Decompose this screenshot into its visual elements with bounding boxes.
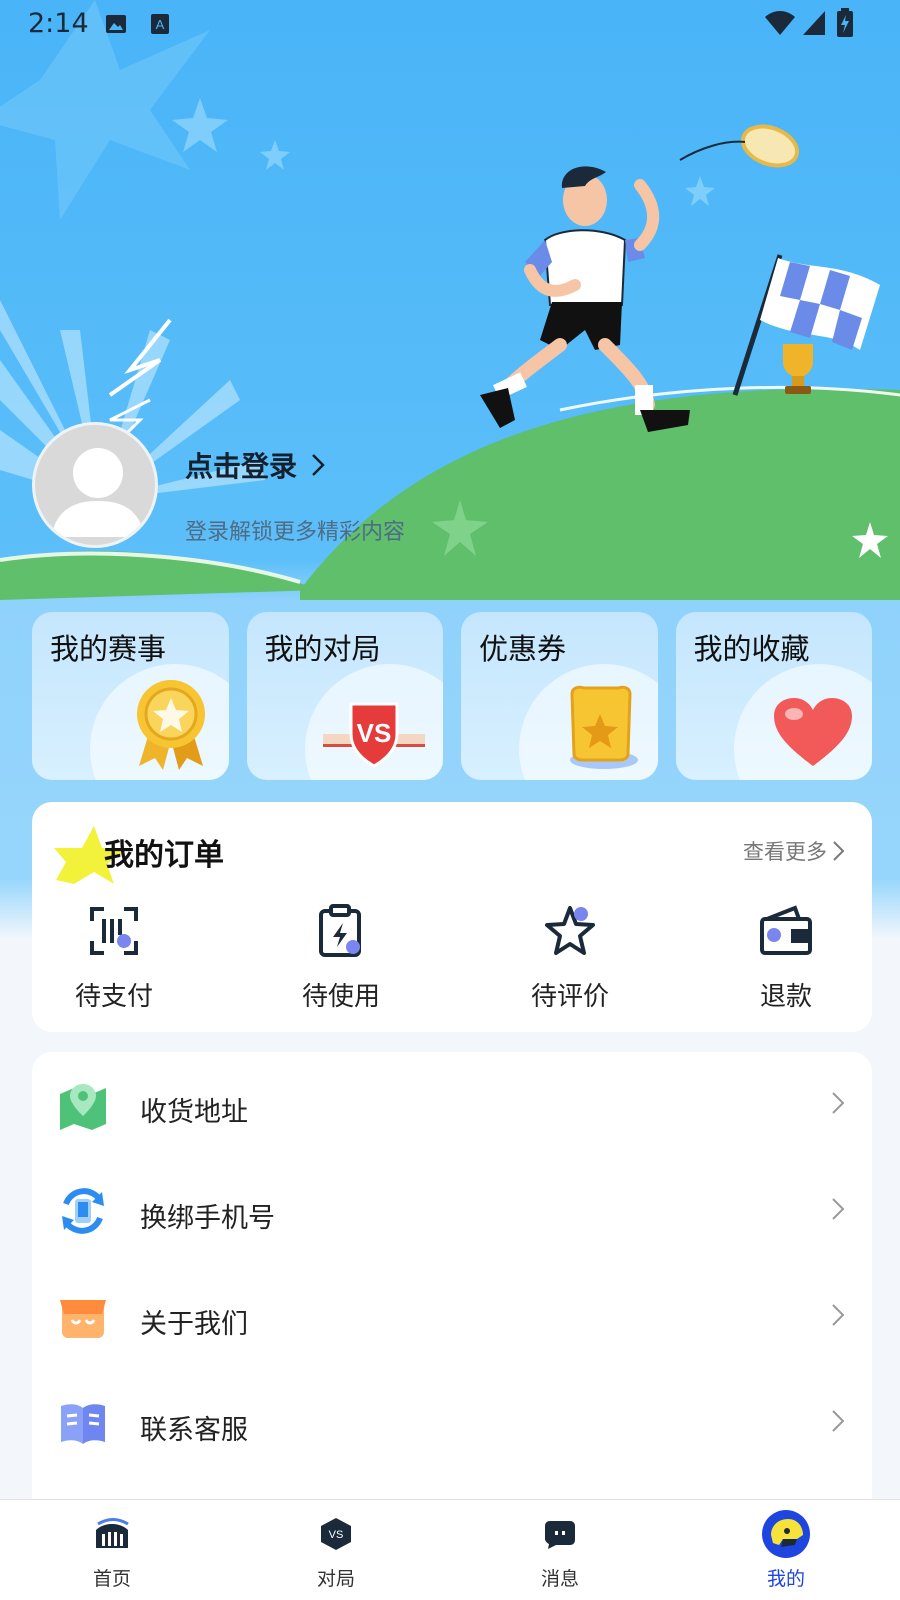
text-notification-icon: A [151,14,169,34]
scan-pay-icon [90,907,138,955]
chevron-right-icon [312,454,325,476]
wallet-icon [760,905,812,955]
login-subtitle: 登录解锁更多精彩内容 [185,520,406,545]
chevron-right-icon [832,1092,844,1114]
menu-item-customer-service[interactable]: 联系客服 [32,1370,872,1478]
avatar[interactable] [32,422,158,548]
login-title: 点击登录 [185,450,298,483]
order-pending-review[interactable]: 待评价 [510,902,630,1013]
orders-title: 我的订单 [104,838,224,873]
order-label: 待使用 [301,982,380,1012]
svg-text:VS: VS [329,1529,344,1541]
login-link[interactable]: 点击登录 [185,445,325,485]
tab-home[interactable]: 首页 [52,1508,172,1591]
quick-card-coupons[interactable]: 优惠券 [461,612,658,780]
chat-bubble-icon [545,1521,575,1549]
vs-shield-icon: VS [321,1518,351,1550]
settings-menu: 收货地址 换绑手机号 关于我们 联系客服 [32,1052,872,1512]
tab-messages[interactable]: 消息 [500,1508,620,1591]
quick-card-label: 优惠券 [479,632,567,666]
medal-icon [136,680,205,770]
quick-card-label: 我的收藏 [693,632,810,666]
order-pending-use[interactable]: 待使用 [281,902,401,1013]
coupon-ticket-icon [569,685,638,769]
chevron-right-icon [833,841,844,861]
default-user-icon [51,448,145,537]
tab-mine[interactable]: 我的 [726,1508,846,1591]
store-icon [60,1300,106,1338]
tab-label: 消息 [540,1568,579,1590]
quick-card-my-matches[interactable]: 我的对局 VS [246,612,443,780]
quick-cards: 我的赛事 我的对局 VS 优惠券 我的收藏 [32,612,872,780]
helmet-icon [762,1510,810,1558]
quick-card-my-events[interactable]: 我的赛事 [32,612,229,780]
battery-icon [837,8,853,37]
menu-item-label: 关于我们 [140,1309,248,1340]
quick-card-label: 我的对局 [264,632,381,666]
chevron-right-icon [832,1198,844,1220]
tab-label: 首页 [92,1568,131,1590]
signal-icon [803,11,825,35]
menu-item-label: 收货地址 [140,1097,248,1128]
vs-badge-icon: VS [323,702,425,768]
quick-card-favorites[interactable]: 我的收藏 [675,612,872,780]
tab-matches[interactable]: VS 对局 [276,1508,396,1591]
tab-label: 对局 [316,1568,355,1590]
quick-card-label: 我的赛事 [50,632,167,666]
orders-card: 我的订单 查看更多 待支付 待使用 待评价 退款 [32,802,872,1032]
chevron-right-icon [832,1410,844,1432]
star-outline-icon [545,906,595,955]
order-label: 待支付 [74,982,153,1012]
svg-text:VS: VS [357,718,392,748]
book-icon [61,1404,105,1444]
hero-banner: 2:14 A 点击登录 登录解锁更多精彩内容 [0,0,900,940]
order-label: 退款 [759,982,812,1012]
menu-item-change-phone[interactable]: 换绑手机号 [32,1158,872,1266]
status-time: 2:14 [28,8,89,39]
map-pin-icon [60,1084,106,1130]
menu-item-about-us[interactable]: 关于我们 [32,1264,872,1372]
order-label: 待评价 [530,982,609,1012]
image-notification-icon [106,15,126,33]
order-refund[interactable]: 退款 [726,902,846,1013]
menu-item-shipping-address[interactable]: 收货地址 [32,1052,872,1160]
stadium-icon [96,1518,129,1548]
tab-label: 我的 [766,1568,805,1590]
svg-text:A: A [156,17,165,32]
status-bar: 2:14 A [0,0,900,48]
menu-item-label: 换绑手机号 [140,1203,275,1234]
phone-swap-icon [62,1188,104,1234]
wifi-icon [765,11,795,35]
heart-icon [774,698,852,766]
menu-item-label: 联系客服 [140,1415,248,1446]
bottom-tab-bar: 首页 VS 对局 消息 我的 [0,1499,900,1600]
orders-more-label: 查看更多 [743,840,827,864]
clipboard-bolt-icon [319,904,361,957]
order-pending-payment[interactable]: 待支付 [54,902,174,1013]
orders-more-link[interactable]: 查看更多 [743,836,844,866]
chevron-right-icon [832,1304,844,1326]
